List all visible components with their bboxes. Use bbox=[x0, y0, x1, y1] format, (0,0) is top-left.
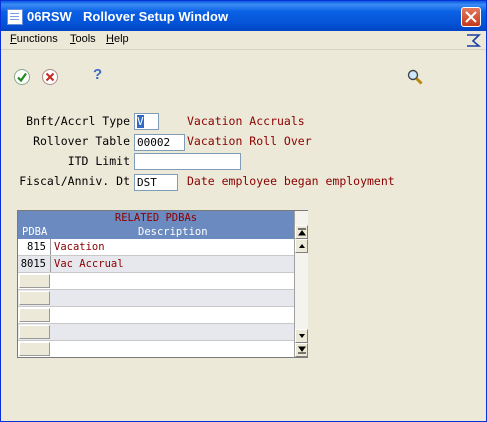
app-icon bbox=[7, 9, 23, 25]
table-row[interactable]: 815 Vacation bbox=[18, 239, 294, 256]
menu-bar: Functions Tools Help bbox=[1, 31, 486, 50]
table-row-empty[interactable] bbox=[18, 307, 294, 324]
column-header-pdba[interactable]: PDBA bbox=[22, 226, 47, 238]
scroll-top-icon bbox=[298, 228, 306, 236]
empty-pdba-cell[interactable] bbox=[19, 308, 50, 322]
empty-pdba-cell[interactable] bbox=[19, 325, 50, 339]
menu-help[interactable]: Help bbox=[106, 33, 129, 45]
cancel-icon[interactable] bbox=[41, 68, 59, 86]
close-icon bbox=[465, 11, 477, 23]
itd-limit-label: ITD Limit bbox=[67, 154, 130, 168]
bnft-type-field[interactable]: V bbox=[134, 113, 159, 130]
window-title: Rollover Setup Window bbox=[83, 9, 229, 24]
title-bar[interactable]: 06RSW Rollover Setup Window bbox=[1, 1, 486, 31]
description-cell: Vacation bbox=[54, 241, 105, 253]
column-header-description[interactable]: Description bbox=[138, 226, 208, 238]
pdba-cell[interactable]: 8015 bbox=[18, 256, 51, 272]
scroll-up-button[interactable] bbox=[295, 239, 308, 253]
table-row[interactable]: 8015 Vac Accrual bbox=[18, 256, 294, 273]
menu-functions[interactable]: Functions bbox=[10, 33, 58, 45]
rollover-table-field[interactable]: 00002 bbox=[134, 134, 185, 151]
window-code: 06RSW bbox=[27, 9, 72, 24]
grid-title: RELATED PDBAs bbox=[114, 212, 198, 224]
empty-pdba-cell[interactable] bbox=[19, 291, 50, 305]
itd-limit-field[interactable] bbox=[134, 153, 241, 170]
table-row-empty[interactable] bbox=[18, 273, 294, 290]
menu-tools[interactable]: Tools bbox=[70, 33, 96, 45]
scroll-down-icon bbox=[299, 334, 305, 338]
jde-logo-icon bbox=[467, 34, 481, 47]
table-row-empty[interactable] bbox=[18, 290, 294, 307]
scroll-top-button[interactable] bbox=[295, 225, 308, 239]
scroll-bottom-icon bbox=[298, 346, 306, 354]
pdba-cell[interactable]: 815 bbox=[18, 239, 51, 255]
fiscal-anniv-description: Date employee began employment bbox=[187, 174, 395, 188]
grid-header: RELATED PDBAs PDBA Description bbox=[18, 211, 294, 239]
scroll-down-button[interactable] bbox=[295, 329, 308, 343]
fiscal-anniv-label: Fiscal/Anniv. Dt bbox=[19, 174, 130, 188]
close-button[interactable] bbox=[461, 7, 481, 27]
table-row-empty[interactable] bbox=[18, 341, 294, 358]
grid-scrollbar[interactable] bbox=[294, 211, 308, 357]
bnft-type-label: Bnft/Accrl Type bbox=[26, 114, 130, 128]
scroll-up-icon bbox=[299, 244, 305, 248]
search-icon[interactable] bbox=[406, 68, 424, 86]
empty-pdba-cell[interactable] bbox=[19, 274, 50, 288]
empty-pdba-cell[interactable] bbox=[19, 342, 50, 356]
help-icon[interactable]: ? bbox=[93, 66, 102, 83]
bnft-type-description: Vacation Accruals bbox=[187, 114, 305, 128]
rollover-table-label: Rollover Table bbox=[33, 134, 130, 148]
check-icon[interactable] bbox=[13, 68, 31, 86]
rollover-setup-window: 06RSW Rollover Setup Window Functions To… bbox=[0, 0, 487, 422]
rollover-table-description: Vacation Roll Over bbox=[187, 134, 312, 148]
related-pdbas-grid: RELATED PDBAs PDBA Description 815 Vacat… bbox=[17, 210, 308, 358]
table-row-empty[interactable] bbox=[18, 324, 294, 341]
description-cell: Vac Accrual bbox=[54, 258, 124, 270]
fiscal-anniv-field[interactable]: DST bbox=[134, 174, 178, 191]
scroll-bottom-button[interactable] bbox=[295, 343, 308, 357]
toolbar: ? bbox=[1, 50, 486, 102]
